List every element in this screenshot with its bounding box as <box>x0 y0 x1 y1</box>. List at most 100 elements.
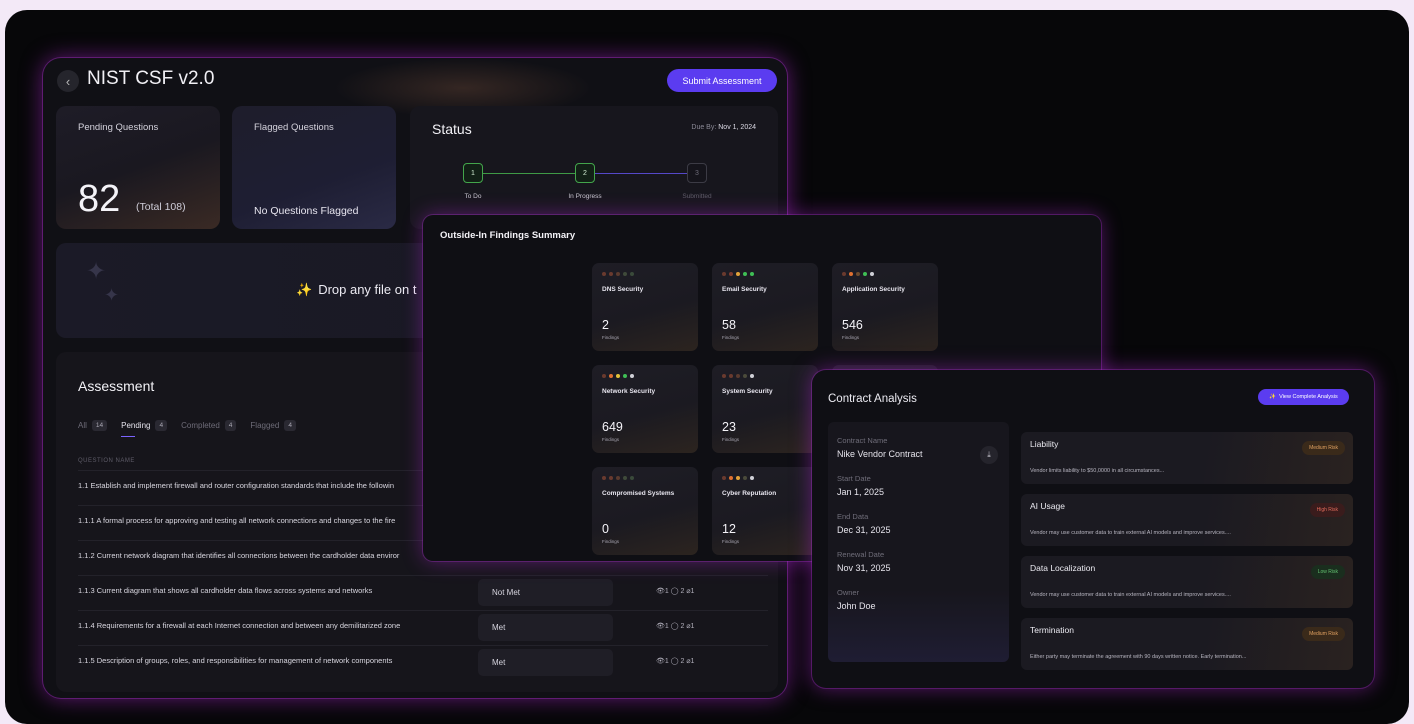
tab-pending[interactable]: Pending 4 <box>121 420 168 437</box>
finding-card[interactable]: System Security 23 Findings <box>712 365 818 453</box>
severity-dots <box>602 476 634 480</box>
finding-card[interactable]: Network Security 649 Findings <box>592 365 698 453</box>
finding-card[interactable]: Compromised Systems 0 Findings <box>592 467 698 555</box>
risk-badge: Medium Risk <box>1302 627 1345 641</box>
clause-card-liability[interactable]: Liability Medium Risk Vendor limits liab… <box>1021 432 1353 484</box>
finding-category: Application Security <box>842 286 905 293</box>
tab-completed[interactable]: Completed 4 <box>181 420 237 431</box>
status-card: Status Due By: Nov 1, 2024 1 2 3 To Do I… <box>410 106 778 229</box>
severity-dot <box>736 476 740 480</box>
severity-dot <box>602 272 606 276</box>
tab-count: 4 <box>284 420 296 431</box>
step-todo: 1 <box>463 163 483 183</box>
clause-card-ai-usage[interactable]: AI Usage High Risk Vendor may use custom… <box>1021 494 1353 546</box>
severity-dot <box>722 476 726 480</box>
tab-count: 4 <box>224 420 237 431</box>
page-title: NIST CSF v2.0 <box>87 68 215 89</box>
severity-dot <box>616 374 620 378</box>
finding-count: 12 <box>722 522 736 536</box>
download-icon[interactable]: ⤓ <box>980 446 998 464</box>
step-label-in-progress: In Progress <box>568 193 602 200</box>
clause-title: Termination <box>1030 625 1074 635</box>
start-date-label: Start Date <box>837 474 871 483</box>
back-icon[interactable]: ‹ <box>57 70 79 92</box>
severity-dot <box>743 476 747 480</box>
clause-title: Data Localization <box>1030 563 1096 573</box>
table-row[interactable]: 1.1.4 Requirements for a firewall at eac… <box>78 610 768 645</box>
clause-title: Liability <box>1030 439 1059 449</box>
question-text: 1.1.1 A formal process for approving and… <box>78 516 396 525</box>
question-text: 1.1 Establish and implement firewall and… <box>78 481 395 490</box>
flagged-questions-card: Flagged Questions No Questions Flagged <box>232 106 396 229</box>
severity-dot <box>750 272 754 276</box>
due-value: Nov 1, 2024 <box>718 124 756 131</box>
step-label-submitted: Submitted <box>682 193 712 200</box>
severity-dot <box>729 476 733 480</box>
table-row[interactable]: 1.1.3 Current diagram that shows all car… <box>78 575 768 610</box>
question-text: 1.1.5 Description of groups, roles, and … <box>78 656 393 665</box>
tab-count: 4 <box>155 420 168 431</box>
due-date: Due By: Nov 1, 2024 <box>691 124 756 131</box>
submit-assessment-button[interactable]: Submit Assessment <box>667 69 777 92</box>
question-text: 1.1.3 Current diagram that shows all car… <box>78 586 373 595</box>
severity-dot <box>722 272 726 276</box>
sparkle-decor-icon: ✦ <box>86 258 107 285</box>
finding-category: Compromised Systems <box>602 490 675 497</box>
contract-analysis-window: Contract Analysis ✨ View Complete Analysi… <box>812 370 1374 688</box>
pending-label: Pending Questions <box>78 122 159 133</box>
contract-name-label: Contract Name <box>837 436 888 445</box>
flagged-text: No Questions Flagged <box>254 205 359 217</box>
pending-total: (Total 108) <box>136 201 186 213</box>
severity-dot <box>870 272 874 276</box>
finding-card[interactable]: Application Security 546 Findings <box>832 263 938 351</box>
finding-card[interactable]: DNS Security 2 Findings <box>592 263 698 351</box>
status-select[interactable]: Met <box>478 649 613 676</box>
finding-card[interactable]: Email Security 58 Findings <box>712 263 818 351</box>
risk-badge: Low Risk <box>1310 565 1345 579</box>
finding-unit: Findings <box>722 539 740 544</box>
findings-title: Outside-In Findings Summary <box>440 230 576 241</box>
column-header-question: QUESTION NAME <box>78 458 135 464</box>
contract-title: Contract Analysis <box>828 393 917 405</box>
finding-unit: Findings <box>602 437 620 442</box>
end-date-value: Dec 31, 2025 <box>837 525 891 535</box>
tab-all[interactable]: All 14 <box>78 420 108 431</box>
finding-unit: Findings <box>842 335 860 340</box>
question-text: 1.1.4 Requirements for a firewall at eac… <box>78 621 401 630</box>
severity-dot <box>743 272 747 276</box>
owner-value: John Doe <box>837 601 876 611</box>
sparkle-icon: ✨ <box>296 282 313 297</box>
clause-card-termination[interactable]: Termination Medium Risk Either party may… <box>1021 618 1353 670</box>
tab-flagged[interactable]: Flagged 4 <box>250 420 296 431</box>
severity-dot <box>849 272 853 276</box>
clause-card-data-localization[interactable]: Data Localization Low Risk Vendor may us… <box>1021 556 1353 608</box>
view-complete-analysis-button[interactable]: ✨ View Complete Analysis <box>1258 389 1349 405</box>
finding-category: System Security <box>722 388 773 395</box>
severity-dot <box>856 272 860 276</box>
status-select[interactable]: Met <box>478 614 613 641</box>
finding-category: Network Security <box>602 388 656 395</box>
severity-dot <box>602 374 606 378</box>
finding-card[interactable]: Cyber Reputation 12 Findings <box>712 467 818 555</box>
table-row[interactable]: 1.1.5 Description of groups, roles, and … <box>78 645 768 680</box>
clause-title: AI Usage <box>1030 501 1065 511</box>
severity-dot <box>609 374 613 378</box>
severity-dot <box>630 374 634 378</box>
status-select[interactable]: Not Met <box>478 579 613 606</box>
question-text: 1.1.2 Current network diagram that ident… <box>78 551 400 560</box>
severity-dot <box>602 476 606 480</box>
severity-dot <box>842 272 846 276</box>
contract-details-panel: Contract Name Nike Vendor Contract ⤓ Sta… <box>828 422 1009 662</box>
finding-category: Email Security <box>722 286 767 293</box>
canvas: ‹ NIST CSF v2.0 Submit Assessment Pendin… <box>5 10 1409 724</box>
severity-dot <box>750 476 754 480</box>
risk-badge: Medium Risk <box>1302 441 1345 455</box>
owner-label: Owner <box>837 588 860 597</box>
clause-summary: Vendor may use customer data to train ex… <box>1030 592 1231 598</box>
assessment-tabs: All 14 Pending 4 Completed 4 Flagged 4 <box>78 420 296 437</box>
tab-label: All <box>78 421 87 430</box>
renewal-date-label: Renewal Date <box>837 550 885 559</box>
severity-dots <box>722 272 754 276</box>
due-label: Due By: <box>691 124 717 131</box>
severity-dot <box>736 272 740 276</box>
